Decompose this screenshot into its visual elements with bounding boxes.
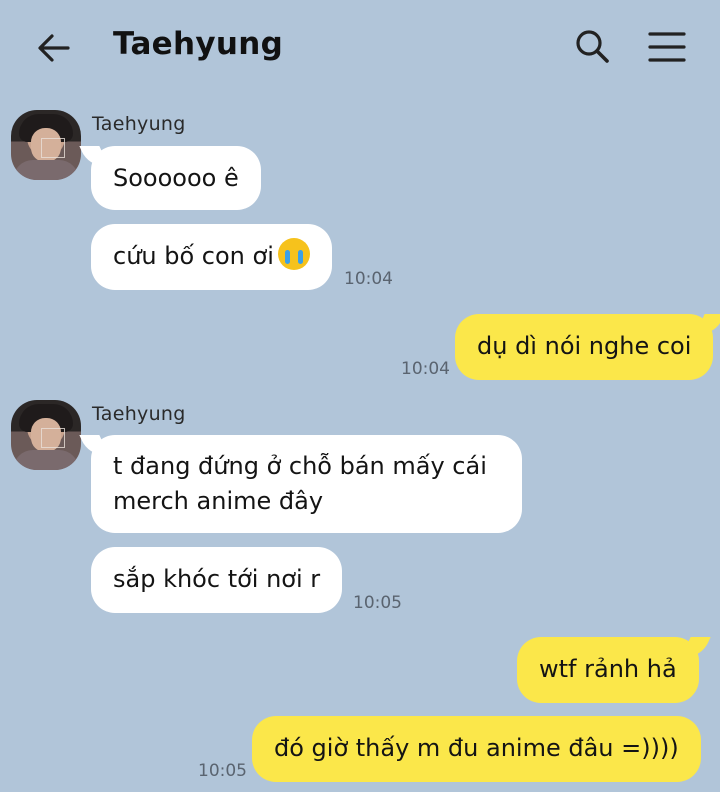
sender-name: Taehyung [92, 113, 186, 135]
message-text-line: merch anime đây [113, 487, 324, 515]
message-bubble-incoming[interactable]: Soooooo ê [91, 146, 261, 210]
message-bubble-incoming[interactable]: sắp khóc tới nơi r [91, 547, 343, 613]
back-arrow-icon[interactable] [36, 30, 72, 66]
chat-header: Taehyung [0, 0, 720, 92]
hamburger-menu-icon[interactable] [647, 30, 687, 64]
crying-face-icon [277, 238, 310, 270]
search-icon[interactable] [574, 28, 610, 64]
message-bubble-outgoing[interactable]: đó giờ thấy m đu anime đâu =)))) [252, 716, 701, 782]
message-bubble-incoming[interactable]: t đang đứng ở chỗ bán mấy cái merch anim… [91, 435, 522, 533]
sender-name: Taehyung [92, 403, 186, 425]
message-time: 10:05 [198, 761, 247, 781]
message-bubble-incoming[interactable]: cứu bố con ơi [91, 224, 332, 290]
message-text: sắp khóc tới nơi r [113, 565, 321, 593]
message-text: dụ dì nói nghe coi [477, 332, 692, 360]
message-time: 10:04 [344, 269, 393, 289]
message-text: wtf rảnh hả [539, 655, 677, 683]
avatar[interactable] [11, 400, 81, 470]
message-time: 10:04 [401, 359, 450, 379]
message-text: đó giờ thấy m đu anime đâu =)))) [274, 734, 679, 762]
message-text-line: t đang đứng ở chỗ bán mấy cái [113, 452, 487, 480]
avatar[interactable] [11, 110, 81, 180]
message-bubble-outgoing[interactable]: wtf rảnh hả [517, 637, 699, 703]
message-bubble-outgoing[interactable]: dụ dì nói nghe coi [455, 314, 714, 380]
message-time: 10:05 [353, 593, 402, 613]
message-text: Soooooo ê [113, 164, 239, 192]
chat-title: Taehyung [113, 26, 284, 62]
message-text: cứu bố con ơi [113, 242, 274, 270]
